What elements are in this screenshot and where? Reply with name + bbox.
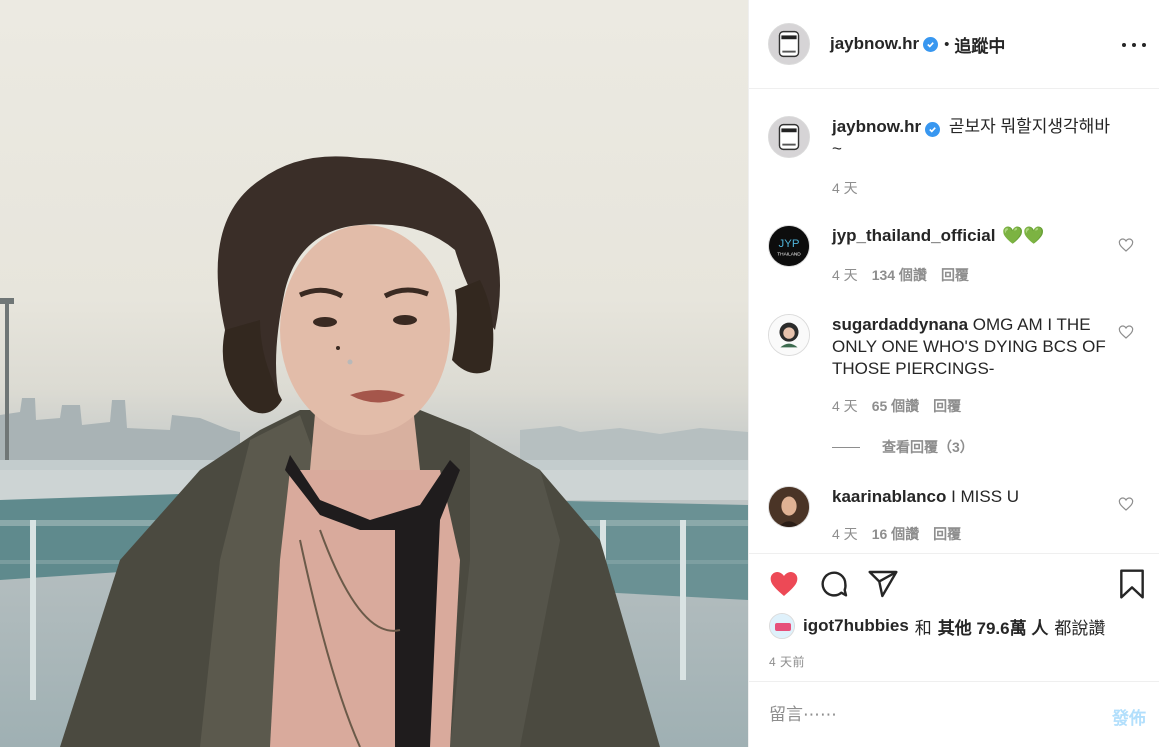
comment-body: kaarinablanco I MISS U <box>832 486 1112 508</box>
comment-text: 💚💚 <box>1002 226 1045 245</box>
comment-username[interactable]: jyp_thailand_official <box>832 226 995 245</box>
liker-username[interactable]: igot7hubbies <box>803 616 909 636</box>
author-avatar[interactable] <box>768 23 810 65</box>
comment-text: I MISS U <box>951 487 1020 506</box>
post-side-panel: jaybnow.hr • 追蹤中 jaybnow.hr 곧보자 뭐할지생각해바 … <box>748 0 1159 747</box>
likes-and: 和 <box>914 618 932 638</box>
caption-avatar[interactable] <box>768 116 810 158</box>
reply-button[interactable]: 回覆 <box>933 398 961 414</box>
comment-likes[interactable]: 16 個讚 <box>872 526 919 542</box>
svg-text:JYP: JYP <box>779 238 800 250</box>
commenter-avatar-image <box>769 487 809 527</box>
post-actions: igot7hubbies 和 其他 79.6萬 人 都說讚 4 天前 <box>749 553 1159 680</box>
comment-meta: 4 天 134 個讚 回覆 <box>832 265 969 285</box>
share-icon[interactable] <box>867 568 899 600</box>
comment-username[interactable]: kaarinablanco <box>832 487 946 506</box>
comment-meta: 4 天 65 個讚 回覆 <box>832 396 961 416</box>
verified-badge-icon <box>925 122 941 137</box>
like-comment-heart-icon[interactable] <box>1118 324 1134 340</box>
comments-list[interactable]: jaybnow.hr 곧보자 뭐할지생각해바 ~ 4 天 JYP THAILAN… <box>749 90 1159 552</box>
comment-composer: 發佈 <box>749 681 1159 747</box>
comment-time[interactable]: 4 天 <box>832 526 858 542</box>
comment-likes[interactable]: 134 個讚 <box>872 267 927 283</box>
author-avatar-image <box>769 24 809 64</box>
likes-others-button[interactable]: 其他 79.6萬 人 <box>938 614 1049 639</box>
commenter-avatar-image <box>769 315 809 355</box>
comment-username[interactable]: sugardaddynana <box>832 315 968 334</box>
liker-avatar[interactable] <box>769 613 795 639</box>
comment-time[interactable]: 4 天 <box>832 267 858 283</box>
commenter-avatar[interactable] <box>768 486 810 528</box>
instagram-post-view: jaybnow.hr • 追蹤中 jaybnow.hr 곧보자 뭐할지생각해바 … <box>0 0 1159 747</box>
caption-body: jaybnow.hr 곧보자 뭐할지생각해바 ~ <box>832 116 1112 160</box>
svg-text:THAILAND: THAILAND <box>777 252 801 258</box>
like-comment-heart-icon[interactable] <box>1118 237 1134 253</box>
comment-body: jyp_thailand_official 💚💚 <box>832 225 1112 247</box>
comment-likes[interactable]: 65 個讚 <box>872 398 919 414</box>
bookmark-icon[interactable] <box>1116 568 1148 600</box>
comment-input[interactable] <box>769 704 1089 725</box>
heart-icon[interactable] <box>768 568 800 600</box>
caption-avatar-image <box>769 117 809 157</box>
comment-body: sugardaddynana OMG AM I THE ONLY ONE WHO… <box>832 314 1112 380</box>
author-username[interactable]: jaybnow.hr <box>830 34 919 54</box>
likes-tail: 都說讚 <box>1054 618 1106 638</box>
caption-time[interactable]: 4 天 <box>832 180 858 196</box>
header-separator: • <box>944 35 950 53</box>
likes-summary: igot7hubbies 和 其他 79.6萬 人 都說讚 <box>769 613 1105 639</box>
view-replies-line <box>832 446 860 448</box>
view-replies-label: 查看回覆（3） <box>882 439 974 455</box>
like-comment-heart-icon[interactable] <box>1118 496 1134 512</box>
caption-meta: 4 天 <box>832 178 858 198</box>
post-timestamp[interactable]: 4 天前 <box>769 653 805 670</box>
caption-username[interactable]: jaybnow.hr <box>832 117 921 136</box>
liker-avatar-image <box>770 614 794 638</box>
jyp-logo-avatar: JYP THAILAND <box>769 226 809 266</box>
post-comment-button[interactable]: 發佈 <box>1112 704 1146 729</box>
photo-illustration <box>0 156 748 747</box>
following-button[interactable]: 追蹤中 <box>954 32 1005 57</box>
comment-meta: 4 天 16 個讚 回覆 <box>832 524 961 544</box>
reply-button[interactable]: 回覆 <box>933 526 961 542</box>
comment-icon[interactable] <box>818 568 850 600</box>
commenter-avatar[interactable]: JYP THAILAND <box>768 225 810 267</box>
comment-time[interactable]: 4 天 <box>832 398 858 414</box>
verified-badge-icon <box>923 36 939 52</box>
post-header: jaybnow.hr • 追蹤中 <box>749 0 1159 89</box>
commenter-avatar[interactable] <box>768 314 810 356</box>
view-replies-button[interactable]: 查看回覆（3） <box>832 437 974 457</box>
post-photo[interactable] <box>0 0 748 747</box>
reply-button[interactable]: 回覆 <box>941 267 969 283</box>
more-options-icon[interactable] <box>1122 33 1146 57</box>
